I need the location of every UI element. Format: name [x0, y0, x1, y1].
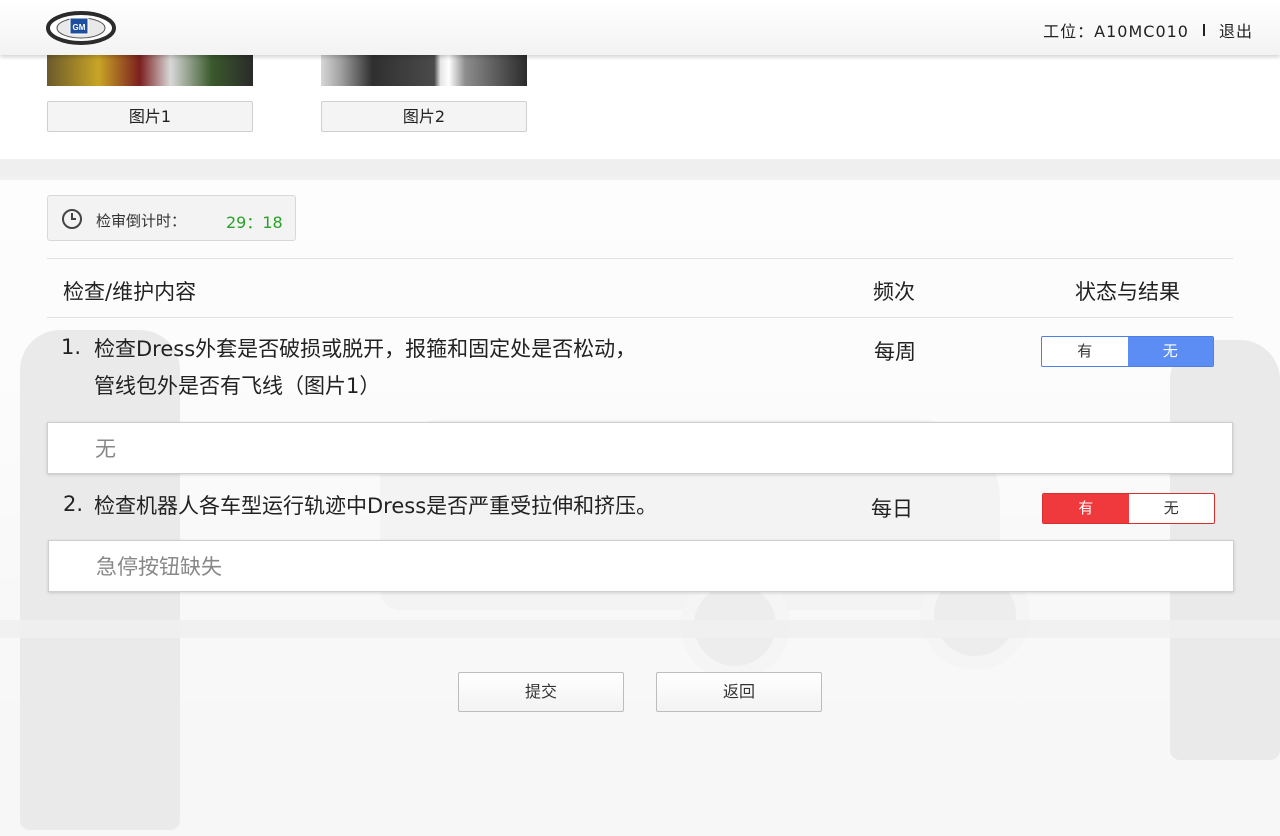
row-text-line: 检查Dress外套是否破损或脱开，报箍和固定处是否松动，: [94, 337, 637, 361]
station-label: 工位：A10MC010: [1043, 22, 1189, 41]
option-yes[interactable]: 有: [1042, 337, 1128, 366]
row-frequency: 每日: [871, 497, 913, 521]
image-1-button[interactable]: 图片1: [47, 101, 253, 132]
row-frequency: 每周: [874, 340, 916, 364]
table-header: 检查/维护内容 频次 状态与结果: [47, 258, 1233, 318]
clock-icon: [62, 209, 82, 229]
header-user-area: 工位：A10MC010 退出: [1043, 18, 1253, 42]
image-thumbnail-2[interactable]: [321, 55, 527, 86]
row-description: 检查机器人各车型运行轨迹中Dress是否严重受拉伸和挤压。: [94, 488, 657, 525]
countdown-time: 29：18: [226, 213, 283, 232]
option-no[interactable]: 无: [1127, 337, 1213, 366]
table-row: 2. 检查机器人各车型运行轨迹中Dress是否严重受拉伸和挤压。 每日 有 无: [47, 487, 1233, 537]
logout-link[interactable]: 退出: [1219, 18, 1253, 42]
image-thumbnail-1[interactable]: [47, 55, 253, 86]
header-content: 检查/维护内容: [63, 280, 197, 304]
row-number: 1.: [61, 335, 82, 359]
result-note-field[interactable]: [48, 540, 1234, 592]
header-status: 状态与结果: [1075, 280, 1180, 304]
gm-logo: GM: [46, 10, 116, 46]
status-toggle: 有 无: [1042, 493, 1215, 524]
header-frequency: 频次: [873, 280, 915, 304]
row-text-line: 检查机器人各车型运行轨迹中Dress是否严重受拉伸和挤压。: [94, 494, 658, 518]
header-separator: [1202, 24, 1205, 36]
review-countdown: 检审倒计时： 29：18: [47, 195, 296, 241]
section-divider: [0, 159, 1280, 177]
table-row: 1. 检查Dress外套是否破损或脱开，报箍和固定处是否松动， 管线包外是否有飞…: [47, 330, 1233, 420]
result-note-field[interactable]: [47, 422, 1233, 474]
logo-text: GM: [73, 23, 86, 32]
row-description: 检查Dress外套是否破损或脱开，报箍和固定处是否松动， 管线包外是否有飞线（图…: [94, 331, 636, 405]
option-yes[interactable]: 有: [1043, 494, 1129, 523]
submit-button[interactable]: 提交: [458, 672, 624, 712]
countdown-label: 检审倒计时：: [96, 212, 187, 230]
row-number: 2.: [63, 492, 84, 516]
section-divider: [0, 620, 1280, 638]
top-header: GM 工位：A10MC010 退出: [0, 0, 1280, 55]
status-toggle: 有 无: [1041, 336, 1214, 367]
option-no[interactable]: 无: [1129, 494, 1215, 523]
inspection-table: 检查/维护内容 频次 状态与结果 1. 检查Dress外套是否破损或脱开，报箍和…: [47, 258, 1234, 592]
image-2-button[interactable]: 图片2: [321, 101, 527, 132]
image-panel: 图片1 图片2: [0, 55, 1280, 159]
row-text-line: 管线包外是否有飞线（图片1）: [94, 374, 381, 398]
back-button[interactable]: 返回: [656, 672, 822, 712]
